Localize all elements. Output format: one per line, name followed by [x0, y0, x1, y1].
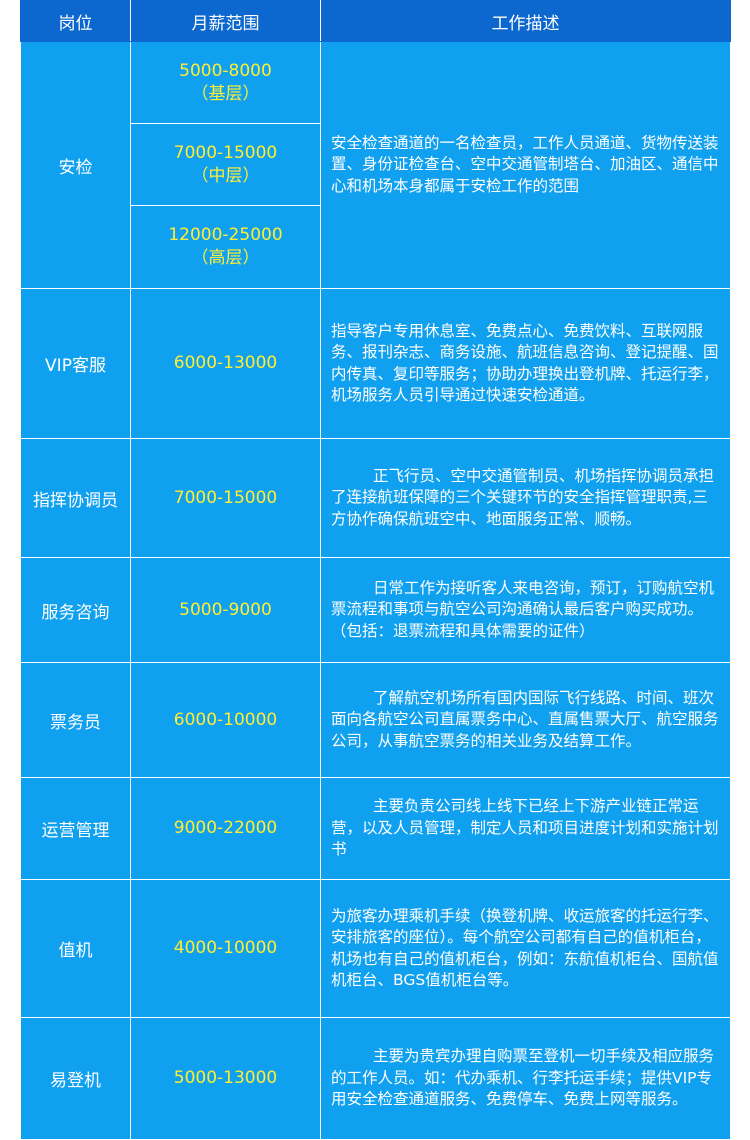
position-cell: 运营管理 — [20, 777, 131, 880]
salary-level: （基层） — [191, 83, 260, 104]
description-cell: 了解航空机场所有国内国际飞行线路、时间、班次面向各航空公司直属票务中心、直属售票… — [320, 662, 731, 778]
table-row: 易登机 5000-13000 主要为贵宾办理自购票至登机一切手续及相应服务的工作… — [20, 1017, 731, 1140]
table-row: VIP客服 6000-13000 指导客户专用休息室、免费点心、免费饮料、互联网… — [20, 288, 731, 439]
salary-cell: 7000-15000 — [130, 438, 321, 558]
salary-cell: 4000-10000 — [130, 879, 321, 1018]
position-cell: 值机 — [20, 879, 131, 1018]
salary-cell: 12000-25000 （高层） — [130, 205, 321, 289]
position-cell: 指挥协调员 — [20, 438, 131, 558]
position-cell: 安检 — [20, 41, 131, 289]
position-cell: VIP客服 — [20, 288, 131, 439]
description-text: 安全检查通道的一名检查员，工作人员通道、货物传送装置、身份证检查台、空中交通管制… — [331, 133, 719, 195]
description-cell: 主要为贵宾办理自购票至登机一切手续及相应服务的工作人员。如：代办乘机、行李托运手… — [320, 1017, 731, 1140]
salary-level: （高层） — [191, 248, 260, 268]
position-cell: 服务咨询 — [20, 557, 131, 663]
description-cell: 主要负责公司线上线下已经上下游产业链正常运营，以及人员管理，制定人员和项目进度计… — [320, 777, 731, 880]
salary-cell: 5000-9000 — [130, 557, 321, 663]
description-text: 主要为贵宾办理自购票至登机一切手续及相应服务的工作人员。如：代办乘机、行李托运手… — [331, 1047, 715, 1109]
salary-cell: 5000-13000 — [130, 1017, 321, 1140]
header-position: 岗位 — [20, 0, 131, 42]
table-row: 值机 4000-10000 为旅客办理乘机手续（换登机牌、收运旅客的托运行李、安… — [20, 879, 731, 1018]
table-row: 服务咨询 5000-9000 日常工作为接听客人来电咨询，预订，订购航空机票流程… — [20, 557, 731, 663]
salary-range: 7000-15000 — [173, 142, 278, 163]
salary-table-container: 岗位 月薪范围 工作描述 安检 5000-8000 （基层） 安全检查通道的一名… — [20, 0, 731, 1140]
table-header-row: 岗位 月薪范围 工作描述 — [20, 0, 731, 42]
salary-table: 岗位 月薪范围 工作描述 安检 5000-8000 （基层） 安全检查通道的一名… — [20, 0, 731, 1140]
position-cell: 易登机 — [20, 1017, 131, 1140]
description-text: 主要负责公司线上线下已经上下游产业链正常运营，以及人员管理，制定人员和项目进度计… — [331, 797, 719, 859]
salary-cell: 6000-10000 — [130, 662, 321, 778]
description-text: 正飞行员、空中交通管制员、机场指挥协调员承担了连接航班保障的三个关键环节的安全指… — [331, 466, 715, 528]
salary-cell: 6000-13000 — [130, 288, 321, 439]
salary-range: 12000-25000 — [168, 225, 283, 245]
description-cell: 正飞行员、空中交通管制员、机场指挥协调员承担了连接航班保障的三个关键环节的安全指… — [320, 438, 731, 558]
description-cell: 日常工作为接听客人来电咨询，预订，订购航空机票流程和事项与航空公司沟通确认最后客… — [320, 557, 731, 663]
salary-range: 5000-8000 — [179, 60, 272, 81]
header-description: 工作描述 — [320, 0, 731, 42]
description-cell: 安全检查通道的一名检查员，工作人员通道、货物传送装置、身份证检查台、空中交通管制… — [320, 41, 731, 289]
description-text: 了解航空机场所有国内国际飞行线路、时间、班次面向各航空公司直属票务中心、直属售票… — [331, 688, 719, 750]
salary-cell: 9000-22000 — [130, 777, 321, 880]
description-cell: 为旅客办理乘机手续（换登机牌、收运旅客的托运行李、安排旅客的座位）。每个航空公司… — [320, 879, 731, 1018]
description-cell: 指导客户专用休息室、免费点心、免费饮料、互联网服务、报刊杂志、商务设施、航班信息… — [320, 288, 731, 439]
salary-cell: 5000-8000 （基层） — [130, 41, 321, 124]
description-text: 为旅客办理乘机手续（换登机牌、收运旅客的托运行李、安排旅客的座位）。每个航空公司… — [331, 906, 719, 990]
table-row: 指挥协调员 7000-15000 正飞行员、空中交通管制员、机场指挥协调员承担了… — [20, 438, 731, 558]
salary-level: （中层） — [191, 165, 260, 186]
table-row: 运营管理 9000-22000 主要负责公司线上线下已经上下游产业链正常运营，以… — [20, 777, 731, 880]
table-row: 票务员 6000-10000 了解航空机场所有国内国际飞行线路、时间、班次面向各… — [20, 662, 731, 778]
description-text: 日常工作为接听客人来电咨询，预订，订购航空机票流程和事项与航空公司沟通确认最后客… — [331, 578, 715, 640]
table-row: 安检 5000-8000 （基层） 安全检查通道的一名检查员，工作人员通道、货物… — [20, 41, 731, 289]
position-cell: 票务员 — [20, 662, 131, 778]
header-salary: 月薪范围 — [130, 0, 321, 42]
salary-cell: 7000-15000 （中层） — [130, 123, 321, 206]
description-text: 指导客户专用休息室、免费点心、免费饮料、互联网服务、报刊杂志、商务设施、航班信息… — [331, 321, 719, 405]
